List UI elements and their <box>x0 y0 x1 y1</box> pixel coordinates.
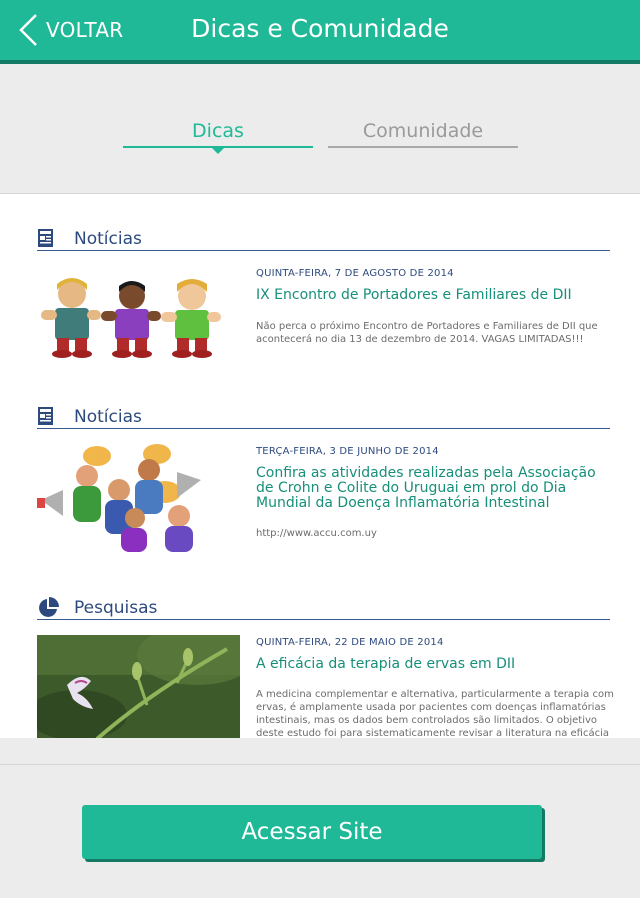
item-excerpt: A medicina complementar e alternativa, p… <box>256 689 614 738</box>
top-bar: VOLTAR Dicas e Comunidade <box>0 0 640 64</box>
bottom-bar: Acessar Site <box>0 764 640 898</box>
herb-plant-photo <box>37 635 240 738</box>
section-header: Pesquisas <box>37 597 610 620</box>
section-header: Notícias <box>37 228 610 251</box>
item-excerpt: Não perca o próximo Encontro de Portador… <box>256 321 598 345</box>
tab-comunidade-underline <box>328 146 518 148</box>
tab-bar: Dicas Comunidade <box>0 64 640 194</box>
section-header: Notícias <box>37 406 610 429</box>
item-date: QUINTA-FEIRA, 7 DE AGOSTO DE 2014 <box>256 268 454 279</box>
item-title[interactable]: IX Encontro de Portadores e Familiares d… <box>256 288 616 303</box>
active-tab-indicator <box>211 147 225 154</box>
access-site-button[interactable]: Acessar Site <box>82 805 542 859</box>
pie-chart-icon <box>39 597 59 617</box>
item-excerpt: http://www.accu.com.uy <box>256 528 377 539</box>
newspaper-icon <box>38 229 53 247</box>
section-title: Notícias <box>74 229 142 249</box>
newspaper-icon <box>38 407 53 425</box>
feed-list[interactable]: Notícias QUINTA-FEIRA, 7 DE AGOSTO DE 20… <box>0 194 640 738</box>
item-date: TERÇA-FEIRA, 3 DE JUNHO DE 2014 <box>256 446 439 457</box>
tab-comunidade[interactable]: Comunidade <box>328 120 518 142</box>
family-figures-image <box>41 278 221 358</box>
item-date: QUINTA-FEIRA, 22 DE MAIO DE 2014 <box>256 637 444 648</box>
tab-dicas[interactable]: Dicas <box>123 120 313 142</box>
item-title[interactable]: A eficácia da terapia de ervas em DII <box>256 657 616 672</box>
crowd-megaphone-image <box>37 444 201 552</box>
section-title: Pesquisas <box>74 598 158 618</box>
page-title: Dicas e Comunidade <box>191 14 449 43</box>
section-title: Notícias <box>74 407 142 427</box>
item-title[interactable]: Confira as atividades realizadas pela As… <box>256 466 616 511</box>
